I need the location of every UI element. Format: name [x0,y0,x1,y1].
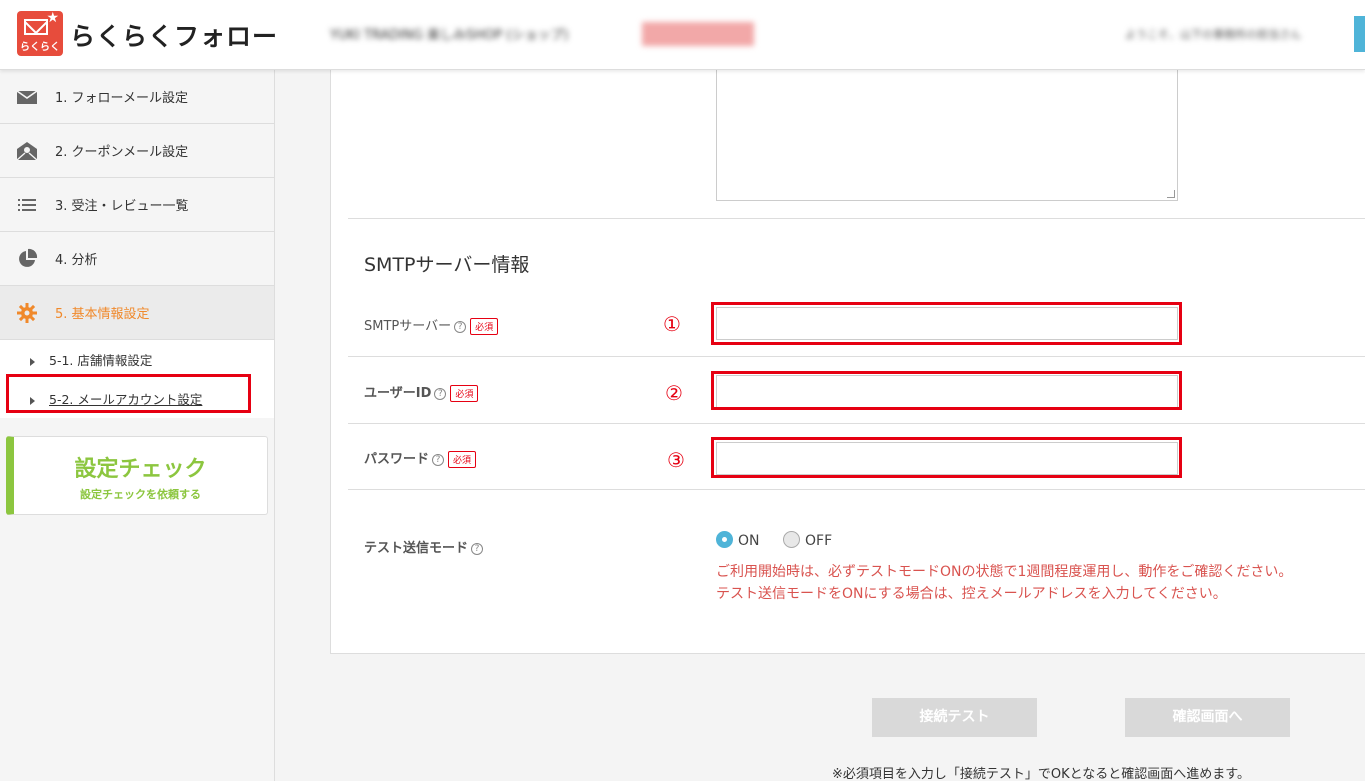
required-badge: 必須 [450,385,479,402]
settings-check-title: 設定チェック [74,457,207,482]
app-header: ★ らくらく らくらくフォロー YUKI TRADING 楽しみSHOP (ショ… [0,0,1365,70]
test-mode-off-radio[interactable] [783,531,800,548]
caret-right-icon [30,357,35,366]
required-badge: 必須 [470,318,499,335]
sidebar-item-label: 1. フォローメール設定 [55,91,189,106]
sidebar-item-basic-settings[interactable]: 5. 基本情報設定 [0,286,274,340]
help-icon[interactable]: ? [432,453,445,466]
star-icon: ★ [46,10,59,26]
connect-test-button[interactable]: 接続テスト [872,698,1037,737]
confirm-button[interactable]: 確認画面へ [1125,698,1290,737]
resize-grip-icon[interactable] [1167,190,1175,198]
list-icon [18,199,36,211]
help-icon[interactable]: ? [434,387,447,400]
required-badge: 必須 [448,451,477,468]
sidebar-item-label: 3. 受注・レビュー一覧 [55,199,189,214]
marker-2: ② [665,381,683,405]
sidebar-item-label: 5. 基本情報設定 [55,307,150,322]
test-mode-on-radio[interactable] [716,531,733,548]
shop-name: YUKI TRADING 楽しみSHOP (ショップ) [330,28,569,43]
header-action-button[interactable] [1354,16,1365,52]
test-mode-label: テスト送信モード? [364,537,484,556]
password-label: パスワード? 必須 [364,448,477,468]
test-mode-off-label[interactable]: OFF [805,533,832,549]
shop-status-badge [642,22,754,46]
sidebar-item-analysis[interactable]: 4. 分析 [0,232,274,286]
test-mode-notice-2: テスト送信モードをONにする場合は、控えメールアドレスを入力してください。 [716,586,1227,602]
envelope-icon [24,19,48,35]
coupon-mail-icon [16,142,38,161]
sidebar-item-label: 2. クーポンメール設定 [55,145,189,160]
mail-icon [16,90,38,104]
sidebar-item-coupon-mail[interactable]: 2. クーポンメール設定 [0,124,274,178]
sidebar-item-label: 4. 分析 [55,253,98,268]
user-info: ようこそ、山下の事務所の担当さん [1125,28,1301,41]
divider [348,356,1365,357]
divider [348,218,1365,219]
help-icon[interactable]: ? [471,542,484,555]
sidebar: 1. フォローメール設定 2. クーポンメール設定 3. 受注・レビュー一覧 4… [0,70,275,781]
divider [348,423,1365,424]
test-mode-on-label[interactable]: ON [738,533,760,549]
help-icon[interactable]: ? [454,320,467,333]
settings-check-card[interactable]: 設定チェック 設定チェックを依頼する [6,436,268,515]
highlight-box [711,437,1182,478]
footnote: ※必須項目を入力し「接続テスト」でOKとなると確認画面へ進めます。 [832,767,1250,781]
message-textarea[interactable] [716,70,1178,201]
sidebar-subitem-shop-info[interactable]: 5-1. 店舗情報設定 [30,350,152,369]
highlight-box [711,371,1182,410]
settings-check-subtitle: 設定チェックを依頼する [80,488,201,501]
pie-chart-icon [19,248,38,267]
marker-1: ① [663,312,681,336]
highlight-box [711,302,1182,345]
section-title: SMTPサーバー情報 [364,254,530,276]
app-title[interactable]: らくらくフォロー [70,17,278,53]
gear-icon [17,303,37,323]
sidebar-item-follow-mail[interactable]: 1. フォローメール設定 [0,70,274,124]
logo-sub-text: らくらく [20,42,60,53]
divider [348,489,1365,490]
user-id-label: ユーザーID? 必須 [364,382,479,402]
logo-icon[interactable]: ★ らくらく [17,11,63,56]
sidebar-item-orders[interactable]: 3. 受注・レビュー一覧 [0,178,274,232]
highlight-box [6,374,251,413]
smtp-server-label: SMTPサーバー? 必須 [364,315,499,335]
marker-3: ③ [667,448,685,472]
test-mode-notice-1: ご利用開始時は、必ずテストモードONの状態で1週間程度運用し、動作をご確認くださ… [716,564,1293,580]
